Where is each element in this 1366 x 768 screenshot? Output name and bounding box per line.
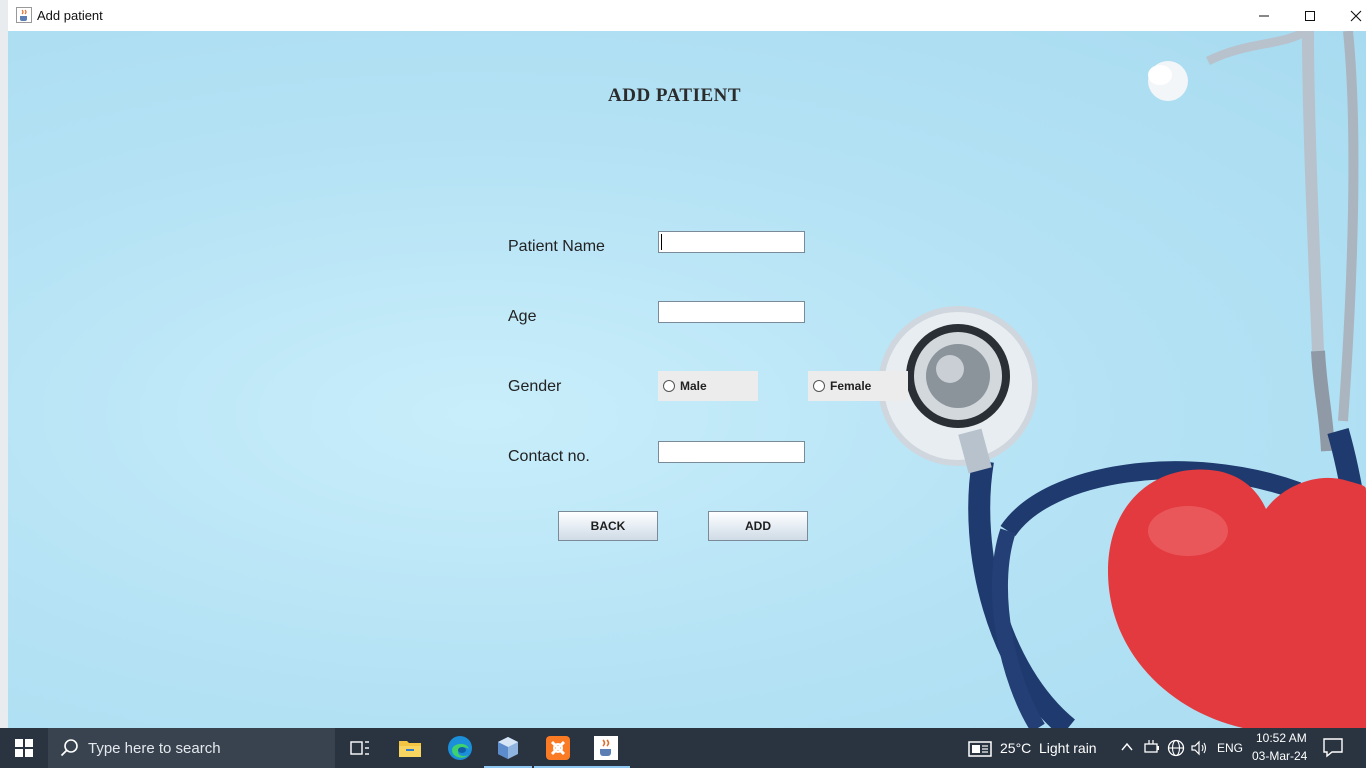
- contact-field[interactable]: [658, 441, 805, 463]
- virtualbox-icon: [498, 737, 518, 759]
- task-view-icon: [350, 741, 369, 755]
- gender-male-radio[interactable]: Male: [658, 371, 758, 401]
- gender-female-label: Female: [830, 379, 872, 393]
- virtualbox-button[interactable]: [484, 728, 532, 768]
- search-icon: [60, 739, 78, 757]
- language-indicator[interactable]: ENG: [1217, 741, 1243, 755]
- form-panel: ADD PATIENT Patient Name Age Gender Male…: [8, 31, 1366, 728]
- java-cup-icon: [16, 7, 32, 23]
- file-explorer-button[interactable]: [386, 728, 434, 768]
- maximize-icon: [1305, 10, 1315, 21]
- text-caret: [661, 234, 662, 250]
- file-explorer-icon: [399, 741, 421, 757]
- age-field[interactable]: [658, 301, 805, 323]
- age-label: Age: [508, 308, 537, 325]
- close-icon: [1350, 10, 1362, 21]
- start-button[interactable]: [0, 728, 48, 768]
- battery-icon[interactable]: [1143, 739, 1161, 755]
- edge-button[interactable]: [436, 728, 484, 768]
- add-button[interactable]: ADD: [708, 511, 808, 541]
- chevron-up-icon[interactable]: [1119, 739, 1135, 755]
- patient-name-label: Patient Name: [508, 238, 605, 255]
- search-placeholder: Type here to search: [88, 739, 221, 757]
- back-button[interactable]: BACK: [558, 511, 658, 541]
- radio-circle-icon: [663, 380, 675, 392]
- contact-label: Contact no.: [508, 448, 590, 465]
- edge-icon: [448, 736, 472, 760]
- page-title: ADD PATIENT: [608, 85, 742, 106]
- java-icon: [594, 736, 618, 760]
- weather-description[interactable]: Light rain: [1039, 740, 1097, 756]
- maximize-button[interactable]: [1287, 0, 1333, 31]
- close-button[interactable]: [1333, 0, 1366, 31]
- minimize-icon: [1259, 15, 1269, 16]
- xampp-icon: [546, 736, 570, 760]
- xampp-button[interactable]: [534, 728, 582, 768]
- task-view-button[interactable]: [336, 728, 384, 768]
- windows-icon: [15, 739, 33, 757]
- notification-icon[interactable]: [1322, 736, 1344, 758]
- minimize-button[interactable]: [1241, 0, 1287, 31]
- patient-name-field[interactable]: [658, 231, 805, 253]
- weather-temperature[interactable]: 25°C: [1000, 740, 1031, 756]
- gender-male-label: Male: [680, 379, 707, 393]
- taskbar-search-box[interactable]: Type here to search: [48, 728, 335, 768]
- window-title: Add patient: [37, 8, 103, 23]
- gender-label: Gender: [508, 378, 562, 395]
- gender-female-radio[interactable]: Female: [808, 371, 908, 401]
- radio-circle-icon: [813, 380, 825, 392]
- clock-date[interactable]: 03-Mar-24: [1252, 749, 1307, 763]
- add-patient-window: Add patient ADD PATIENT Patient Name Age…: [8, 0, 1366, 728]
- clock-time[interactable]: 10:52 AM: [1256, 731, 1307, 745]
- weather-widget-icon[interactable]: [968, 740, 994, 758]
- title-bar[interactable]: Add patient: [8, 0, 1366, 31]
- taskbar: Type here to search 25°C Light rain ENG …: [0, 728, 1366, 768]
- volume-icon[interactable]: [1190, 739, 1208, 757]
- java-button[interactable]: [582, 728, 630, 768]
- globe-network-icon[interactable]: [1167, 739, 1185, 757]
